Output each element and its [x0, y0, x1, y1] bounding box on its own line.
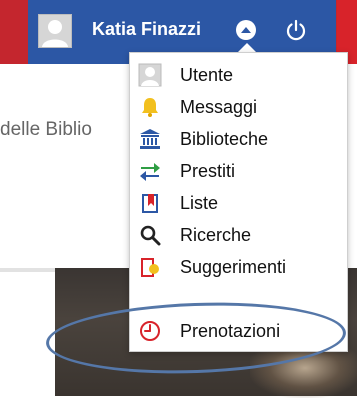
- user-name[interactable]: Katia Finazzi: [92, 19, 201, 40]
- menu-item-messaggi[interactable]: Messaggi: [138, 91, 343, 123]
- divider: [0, 268, 55, 272]
- menu-item-label: Liste: [180, 192, 219, 213]
- hero-left-panel: [0, 268, 55, 396]
- menu-item-label: Utente: [180, 64, 234, 85]
- exchange-arrows-icon: [138, 159, 162, 183]
- caret-up-circle-icon[interactable]: [236, 20, 256, 40]
- power-icon[interactable]: [284, 18, 308, 42]
- bell-icon: [138, 95, 162, 119]
- menu-item-biblioteche[interactable]: Biblioteche: [138, 123, 343, 155]
- menu-item-utente[interactable]: Utente: [138, 59, 343, 91]
- user-icon: [138, 63, 162, 87]
- menu-item-prestiti[interactable]: Prestiti: [138, 155, 343, 187]
- menu-item-label: Prestiti: [180, 160, 236, 181]
- library-icon: [138, 127, 162, 151]
- search-icon: [138, 223, 162, 247]
- menu-item-ricerche[interactable]: Ricerche: [138, 219, 343, 251]
- menu-item-label: Suggerimenti: [180, 256, 287, 277]
- user-avatar-icon[interactable]: [38, 14, 72, 48]
- menu-item-label: Biblioteche: [180, 128, 269, 149]
- menu-item-label: Ricerche: [180, 224, 252, 245]
- page-text-fragment: delle Biblio: [0, 119, 92, 140]
- menu-item-suggerimenti[interactable]: Suggerimenti: [138, 251, 343, 283]
- menu-item-label: Messaggi: [180, 96, 258, 117]
- menu-item-liste[interactable]: Liste: [138, 187, 343, 219]
- list-bookmark-icon: [138, 191, 162, 215]
- suggestion-icon: [138, 255, 162, 279]
